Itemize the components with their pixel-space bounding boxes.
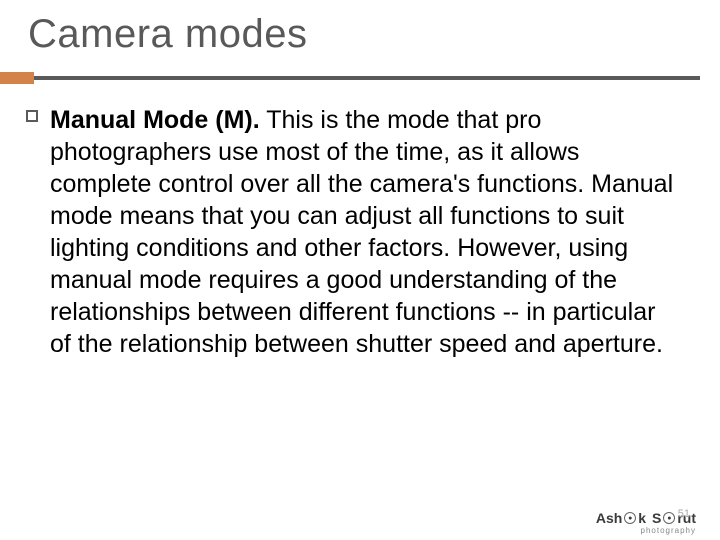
brand-subline: photography	[641, 526, 696, 535]
brand-part-2: k	[638, 510, 646, 526]
slide: Camera modes Manual Mode (M). This is th…	[0, 0, 720, 540]
bullet-body-text: This is the mode that pro photographers …	[50, 106, 673, 358]
bullet-lead-bold: Manual Mode (M).	[50, 106, 260, 134]
bullet-square-icon	[26, 110, 38, 122]
underline-accent	[0, 72, 34, 84]
brand-part-1: Ash	[596, 510, 622, 526]
underline-main	[34, 76, 700, 80]
lens-icon: ●	[663, 512, 675, 524]
body-paragraph: Manual Mode (M). This is the mode that p…	[50, 106, 673, 358]
title-underline	[0, 72, 720, 84]
slide-title: Camera modes	[28, 12, 307, 57]
body-content: Manual Mode (M). This is the mode that p…	[50, 104, 680, 360]
lens-icon: ●	[624, 512, 636, 524]
brand-surname-pre: S	[652, 510, 661, 526]
page-number: 51	[678, 508, 690, 520]
